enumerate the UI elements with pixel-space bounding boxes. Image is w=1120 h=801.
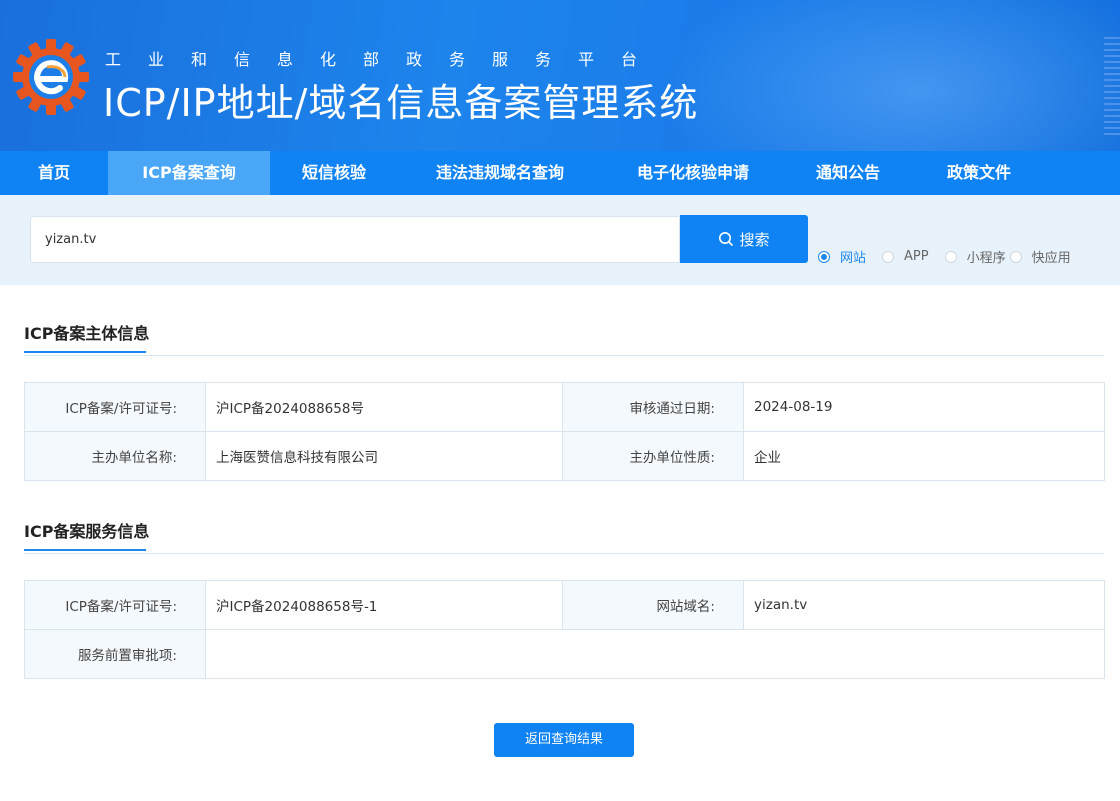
back-to-results-button[interactable]: 返回查询结果	[494, 723, 634, 757]
service-section-divider	[24, 553, 1104, 554]
subject-date-label: 审核通过日期:	[562, 382, 744, 432]
subject-section-divider	[24, 355, 1104, 356]
radio-app[interactable]: APP	[882, 249, 929, 264]
service-section-title: ICP备案服务信息	[24, 518, 150, 551]
service-license-label: ICP备案/许可证号:	[24, 580, 206, 630]
radio-website-dot	[818, 250, 830, 263]
service-title-underline	[24, 549, 146, 551]
nav-home[interactable]: 首页	[0, 151, 108, 195]
service-info-table: ICP备案/许可证号: 沪ICP备2024088658号-1 网站域名: yiz…	[24, 580, 1105, 679]
nav-notices[interactable]: 通知公告	[784, 151, 912, 195]
table-row: ICP备案/许可证号: 沪ICP备2024088658号 审核通过日期: 202…	[24, 382, 1105, 432]
table-row: ICP备案/许可证号: 沪ICP备2024088658号-1 网站域名: yiz…	[24, 580, 1105, 630]
radio-quickapp-label: 快应用	[1031, 251, 1071, 266]
radio-app-dot	[882, 250, 895, 263]
nav-icp-query[interactable]: ICP备案查询	[108, 151, 270, 195]
subject-info-table: ICP备案/许可证号: 沪ICP备2024088658号 审核通过日期: 202…	[24, 382, 1105, 481]
service-approval-label: 服务前置审批项:	[24, 629, 206, 679]
subject-license-label: ICP备案/许可证号:	[24, 382, 206, 432]
search-icon	[719, 232, 734, 246]
main-nav: 首页 ICP备案查询 短信核验 违法违规域名查询 电子化核验申请 通知公告 政策…	[0, 151, 1120, 195]
nav-sms-verify[interactable]: 短信核验	[270, 151, 398, 195]
search-type-radio-group: 网站 APP 小程序 快应用	[818, 247, 1071, 266]
radio-quickapp-dot	[1009, 250, 1022, 263]
search-button-label: 搜索	[739, 230, 770, 249]
banner-glow	[660, 0, 1120, 151]
platform-subtitle: 工业和信息化部政务服务平台	[105, 50, 665, 69]
subject-nature-value: 企业	[743, 431, 1105, 481]
service-domain-value: yizan.tv	[743, 580, 1105, 630]
radio-app-label: APP	[904, 249, 929, 264]
subject-org-value: 上海医赞信息科技有限公司	[205, 431, 563, 481]
subject-title-underline	[24, 351, 146, 353]
radio-website[interactable]: 网站	[818, 247, 866, 266]
subject-org-label: 主办单位名称:	[24, 431, 206, 481]
service-license-value: 沪ICP备2024088658号-1	[205, 580, 563, 630]
nav-illegal-domain-query[interactable]: 违法违规域名查询	[398, 151, 602, 195]
banner-decoration	[1104, 37, 1120, 135]
table-row: 服务前置审批项:	[24, 629, 1105, 679]
search-input[interactable]: yizan.tv	[30, 216, 680, 263]
system-title: ICP/IP地址/域名信息备案管理系统	[103, 81, 699, 125]
service-approval-value	[205, 629, 1105, 679]
header-banner: 工业和信息化部政务服务平台 ICP/IP地址/域名信息备案管理系统	[0, 0, 1120, 151]
service-domain-label: 网站域名:	[562, 580, 744, 630]
subject-section-title: ICP备案主体信息	[24, 320, 150, 353]
radio-miniprogram-label: 小程序	[966, 251, 1006, 266]
service-section-title-text: ICP备案服务信息	[24, 522, 150, 541]
radio-miniprogram-dot	[944, 250, 957, 263]
radio-miniprogram[interactable]: 小程序	[944, 247, 1006, 266]
radio-website-label: 网站	[840, 251, 867, 266]
table-row: 主办单位名称: 上海医赞信息科技有限公司 主办单位性质: 企业	[24, 431, 1105, 481]
nav-electronic-verify[interactable]: 电子化核验申请	[602, 151, 784, 195]
subject-section-title-text: ICP备案主体信息	[24, 324, 150, 343]
subject-nature-label: 主办单位性质:	[562, 431, 744, 481]
search-button[interactable]: 搜索	[680, 215, 808, 263]
site-logo-icon	[13, 39, 89, 115]
nav-policy-docs[interactable]: 政策文件	[912, 151, 1046, 195]
search-panel: yizan.tv 搜索 网站 APP 小程序 快应用	[0, 195, 1120, 285]
subject-license-value: 沪ICP备2024088658号	[205, 382, 563, 432]
subject-date-value: 2024-08-19	[743, 382, 1105, 432]
radio-quickapp[interactable]: 快应用	[1009, 247, 1071, 266]
